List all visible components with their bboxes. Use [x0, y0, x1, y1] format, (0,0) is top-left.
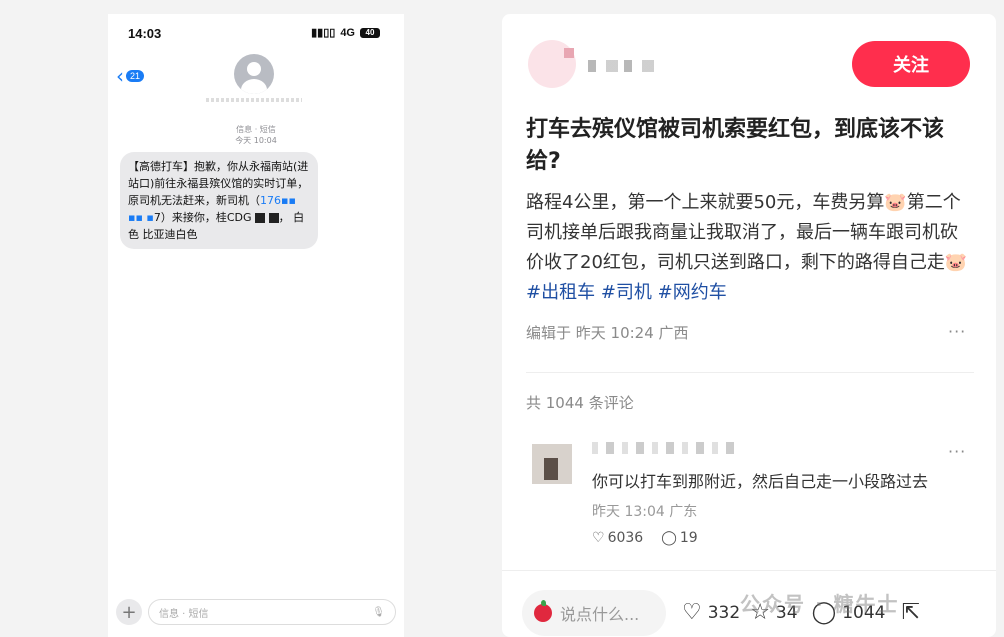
message-meta: 信息 · 短信 今天 10:04: [108, 124, 404, 146]
divider: [526, 372, 974, 373]
edit-info: 编辑于 昨天 10:24 广西: [526, 324, 689, 342]
share-icon[interactable]: ⇱: [901, 600, 919, 625]
apple-icon: [534, 600, 552, 622]
heart-icon: ♡: [592, 530, 605, 546]
person-icon-body: [241, 79, 267, 94]
contact-avatar[interactable]: [234, 54, 274, 94]
status-time: 14:03: [128, 26, 162, 41]
comment-more-icon[interactable]: ···: [948, 442, 966, 461]
like-count: 332: [707, 602, 741, 623]
comment-reply-count: 19: [679, 530, 698, 546]
message-input-placeholder: 信息 · 短信: [159, 608, 209, 620]
sms-phone-prefix: 176: [260, 194, 281, 207]
comment-input[interactable]: 说点什么...: [522, 590, 666, 636]
post-body-text: 路程4公里，第一个上来就要50元，车费另算🐷第二个司机接单后跟我商量让我取消了，…: [526, 192, 968, 273]
post-more-icon[interactable]: ···: [948, 322, 966, 341]
message-service: 信息 · 短信: [236, 125, 276, 134]
plate-redacted-2: [268, 213, 279, 223]
screenshot-stage: 14:03 ▮▮▯▯ 4G 40 ‹ 21 信息 · 短信 今天 10:04 【…: [0, 0, 1004, 637]
comment-time: 昨天 13:04 广东: [592, 504, 698, 520]
comment-actions: ♡ 6036 ◯ 19: [592, 530, 698, 546]
comment-like-count: 6036: [607, 530, 644, 546]
chevron-left-icon: ‹: [116, 64, 124, 88]
chat-bubble-icon: ◯: [661, 530, 677, 546]
tag-driver[interactable]: #司机: [601, 282, 652, 303]
comment-text: 你可以打车到那附近，然后自己走一小段路过去: [592, 472, 929, 491]
comment-like-button[interactable]: ♡ 6036: [592, 530, 643, 546]
microphone-icon[interactable]: 🎙: [372, 607, 385, 618]
person-icon: [247, 62, 261, 76]
plate-redacted: [255, 213, 266, 223]
sms-bubble[interactable]: 【高德打车】抱歉，你从永福南站(进站口)前往永福县殡仪馆的实时订单，原司机无法赶…: [120, 152, 318, 249]
message-input-bar: + 信息 · 短信 🎙: [116, 598, 396, 626]
comment-count: 共 1044 条评论: [526, 394, 634, 412]
unread-badge: 21: [126, 70, 145, 82]
battery-icon: 40: [360, 27, 380, 38]
signal-icon: ▮▮▯▯: [311, 27, 336, 39]
bottom-divider: [502, 570, 996, 571]
sender-name-redacted: [206, 98, 302, 102]
status-right: ▮▮▯▯ 4G 40: [311, 26, 380, 39]
sms-text-2: 7）来接你，桂CDG: [153, 211, 252, 224]
message-input[interactable]: 信息 · 短信 🎙: [148, 599, 396, 625]
follow-button[interactable]: 关注: [852, 41, 970, 87]
like-heart-icon[interactable]: ♡: [682, 600, 702, 625]
comment-input-placeholder: 说点什么...: [560, 605, 640, 624]
post-card: 关注 打车去殡仪馆被司机索要红包，到底该不该给? 路程4公里，第一个上来就要50…: [502, 14, 996, 637]
post-body: 路程4公里，第一个上来就要50元，车费另算🐷第二个司机接单后跟我商量让我取消了，…: [526, 188, 974, 308]
commenter-name-redacted[interactable]: [592, 442, 742, 454]
tag-ride-hailing[interactable]: #网约车: [658, 282, 727, 303]
tag-taxi[interactable]: #出租车: [526, 282, 595, 303]
author-name-redacted[interactable]: [588, 60, 658, 72]
status-bar: 14:03 ▮▮▯▯ 4G 40: [108, 26, 404, 46]
message-time: 今天 10:04: [235, 136, 277, 145]
author-avatar[interactable]: [528, 40, 576, 88]
network-label: 4G: [340, 26, 355, 39]
post-title: 打车去殡仪馆被司机索要红包，到底该不该给?: [526, 117, 945, 174]
comment-reply-button[interactable]: ◯ 19: [661, 530, 698, 546]
watermark: 公众号 · 糖牛士: [740, 592, 900, 616]
plus-button[interactable]: +: [116, 599, 142, 625]
sms-phone-screen: 14:03 ▮▮▯▯ 4G 40 ‹ 21 信息 · 短信 今天 10:04 【…: [108, 14, 404, 637]
back-button[interactable]: ‹ 21: [116, 64, 145, 88]
commenter-avatar[interactable]: [532, 444, 572, 484]
